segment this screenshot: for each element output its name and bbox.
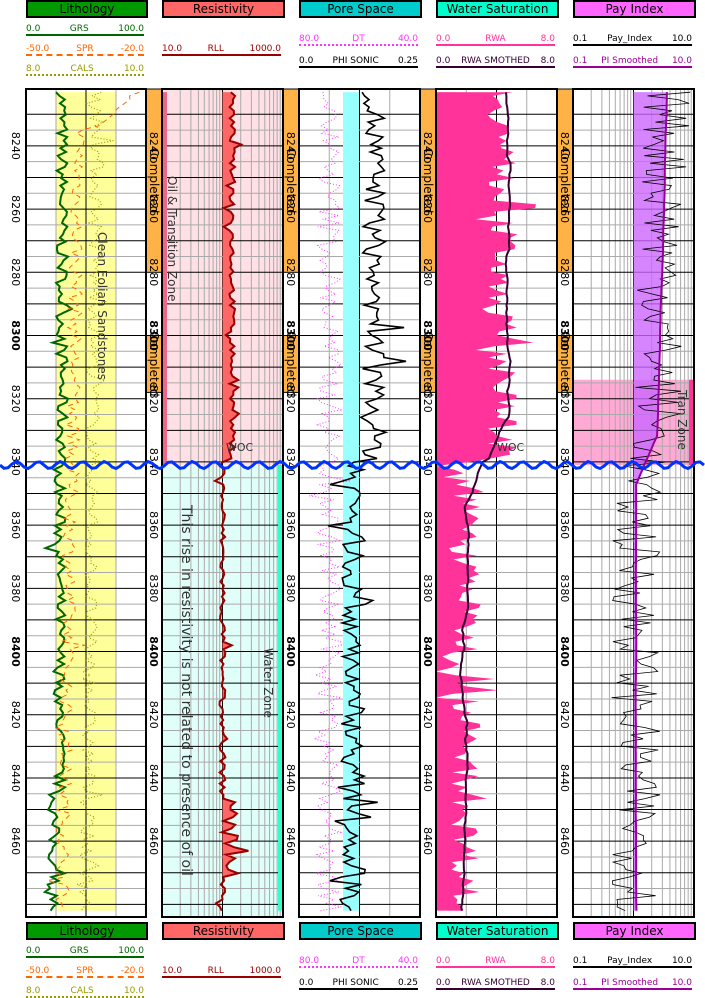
- depth-tick-label: 8440: [147, 764, 160, 792]
- depth-tick-label: 8260: [9, 195, 22, 223]
- depth-tick-label: 8400: [558, 636, 571, 667]
- depth-tick-label: 8380: [147, 574, 160, 602]
- depth-tick-label: 8240: [9, 132, 22, 160]
- depth-tick-label: 8460: [421, 827, 434, 855]
- depth-tick-label: 8300: [558, 320, 571, 351]
- depth-tick-label: 8460: [284, 827, 297, 855]
- depth-tick-label: 8280: [558, 258, 571, 286]
- depth-tick-label: 8360: [9, 511, 22, 539]
- depth-tick-label: 8280: [9, 258, 22, 286]
- depth-tick-label: 8420: [147, 701, 160, 729]
- depth-tick-label: 8240: [558, 132, 571, 160]
- depth-tick-label: 8240: [421, 132, 434, 160]
- annotation-water-zone: Water Zone: [261, 648, 275, 718]
- depth-tick-label: 8460: [558, 827, 571, 855]
- depth-tick-label: 8380: [421, 574, 434, 602]
- depth-tick-label: 8400: [421, 636, 434, 667]
- depth-tick-label: 8320: [421, 385, 434, 413]
- depth-tick-label: 8280: [147, 258, 160, 286]
- track-grid-pore-space: [299, 89, 420, 917]
- annotation-woc-water-sat: WOC: [497, 441, 525, 454]
- depth-tick-label: 8300: [421, 320, 434, 351]
- depth-tick-label: 8420: [9, 701, 22, 729]
- depth-tick-label: 8420: [421, 701, 434, 729]
- depth-tick-label: 8440: [558, 764, 571, 792]
- depth-tick-label: 8260: [147, 195, 160, 223]
- depth-tick-label: 8460: [9, 827, 22, 855]
- depth-tick-label: 8320: [558, 385, 571, 413]
- annotation-woc-resistivity: WOC: [226, 441, 254, 454]
- depth-tick-label: 8320: [9, 385, 22, 413]
- well-log-plot: CompletedCompletedCompletedCompletedComp…: [0, 88, 705, 918]
- depth-tick-label: 8340: [284, 448, 297, 476]
- depth-tick-label: 8260: [421, 195, 434, 223]
- depth-tick-label: 8380: [558, 574, 571, 602]
- depth-tick-label: 8400: [147, 636, 160, 667]
- depth-tick-label: 8420: [558, 701, 571, 729]
- depth-tick-label: 8360: [558, 511, 571, 539]
- depth-tick-label: 8360: [284, 511, 297, 539]
- annotation-oil-transition: Oil & Transition Zone: [165, 176, 179, 302]
- depth-tick-label: 8240: [147, 132, 160, 160]
- annotation-clean-eolian: Clean Eolian Sandstones: [95, 232, 109, 380]
- depth-tick-label: 8380: [9, 574, 22, 602]
- depth-tick-label: 8440: [9, 764, 22, 792]
- depth-tick-label: 8360: [421, 511, 434, 539]
- depth-tick-label: 8440: [421, 764, 434, 792]
- depth-tick-label: 8420: [284, 701, 297, 729]
- depth-tick-label: 8300: [9, 320, 22, 351]
- depth-tick-label: 8260: [284, 195, 297, 223]
- track-grid-lithology: [26, 89, 146, 917]
- depth-tick-label: 8460: [147, 827, 160, 855]
- depth-tick-label: 8280: [421, 258, 434, 286]
- depth-tick-label: 8240: [284, 132, 297, 160]
- depth-tick-label: 8400: [9, 636, 22, 667]
- depth-tick-label: 8320: [284, 385, 297, 413]
- depth-tick-label: 8440: [284, 764, 297, 792]
- depth-tick-label: 8260: [558, 195, 571, 223]
- annotation-tran-zone: Tran Zone: [675, 389, 689, 450]
- depth-tick-label: 8360: [147, 511, 160, 539]
- depth-tick-label: 8300: [147, 320, 160, 351]
- curve-phi-sonic: [327, 91, 407, 912]
- depth-tick-label: 8300: [284, 320, 297, 351]
- depth-tick-label: 8380: [284, 574, 297, 602]
- depth-tick-label: 8400: [284, 636, 297, 667]
- fill-rwa: [436, 92, 536, 911]
- depth-tick-label: 8280: [284, 258, 297, 286]
- annotation-resistivity-rise: This rise in resistivity is not related …: [178, 504, 194, 876]
- depth-tick-label: 8320: [147, 385, 160, 413]
